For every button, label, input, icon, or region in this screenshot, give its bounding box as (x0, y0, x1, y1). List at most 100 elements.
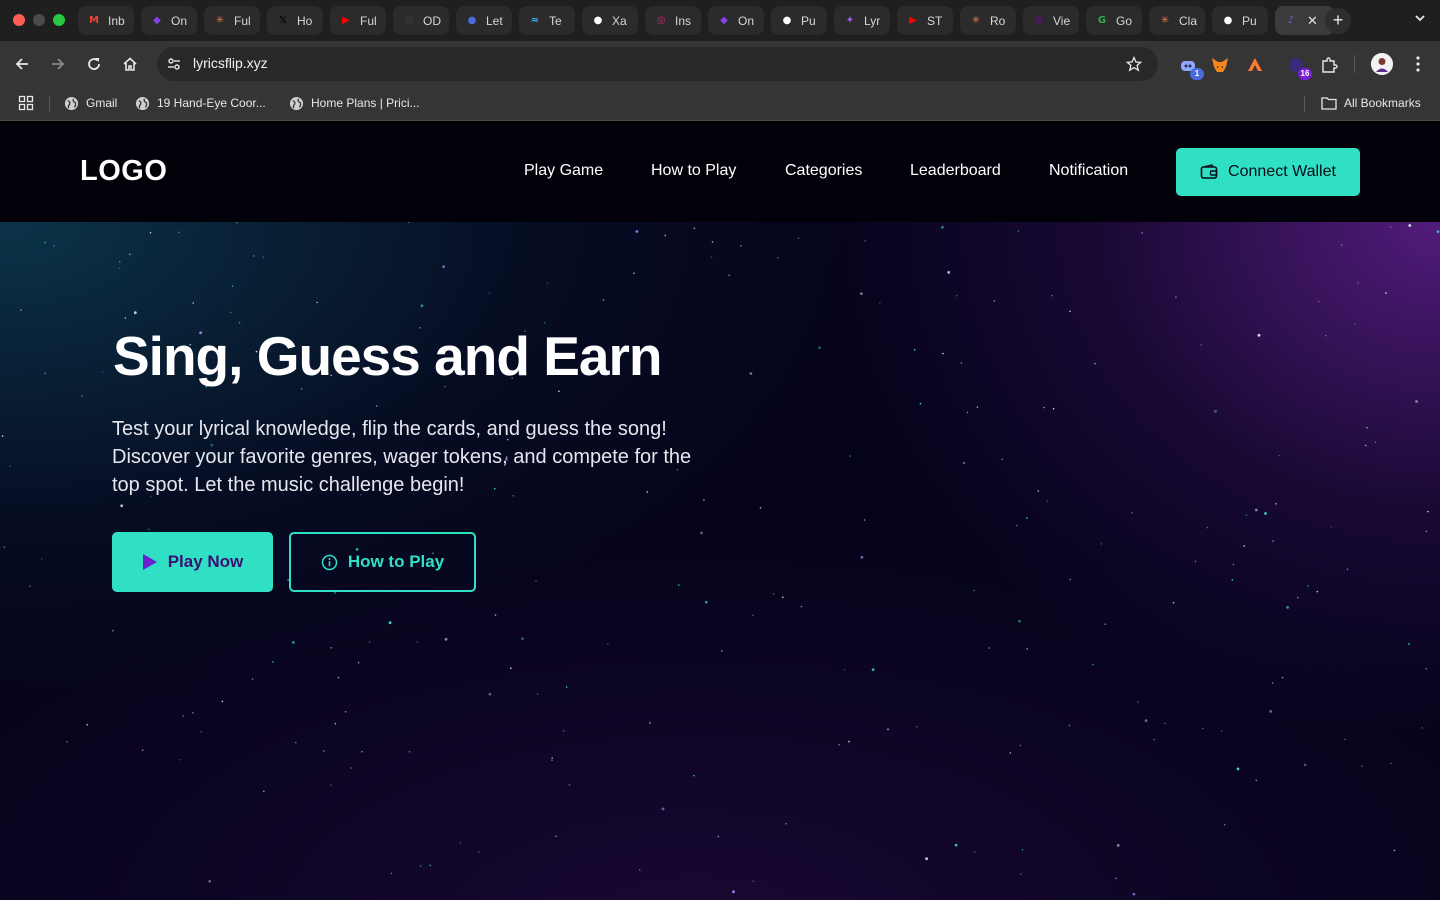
wallet-extension-button[interactable]: 16 (1284, 53, 1312, 80)
argent-extension-button[interactable] (1243, 53, 1267, 77)
tab-title: Inb (108, 13, 125, 28)
copilot-extension-button[interactable]: 1 (1176, 53, 1204, 80)
star-dot (752, 880, 755, 883)
nav-play-game[interactable]: Play Game (524, 162, 603, 180)
star-dot (1132, 892, 1136, 896)
browser-tab[interactable]: ◎ Ins (645, 6, 701, 35)
browser-tab[interactable]: ▶ Ful (330, 6, 386, 35)
connect-wallet-label: Connect Wallet (1228, 163, 1336, 180)
star-dot (966, 411, 969, 414)
dot-icon: ● (1034, 15, 1044, 26)
browser-tab[interactable]: ✳ Ful (204, 6, 260, 35)
nav-categories[interactable]: Categories (785, 162, 862, 180)
minimize-window-button[interactable] (33, 14, 45, 26)
star-dot (357, 661, 360, 664)
star-dot (300, 388, 303, 390)
browser-tab[interactable]: ◎ OD (393, 6, 449, 35)
bookmark-label: Home Plans | Prici... (311, 96, 420, 110)
bookmark-star-button[interactable] (1123, 53, 1145, 75)
star-dot (118, 267, 121, 270)
browser-tab[interactable]: ✦ Lyr (834, 6, 890, 35)
browser-tab[interactable]: M Inb (78, 6, 134, 35)
tab-title: Ins (675, 13, 692, 28)
apps-button[interactable] (18, 95, 34, 111)
browser-tab[interactable]: ● Vie (1023, 6, 1079, 35)
bookmark-gmail[interactable]: Gmail (64, 93, 117, 113)
star-dot (375, 405, 378, 407)
star-dot (973, 589, 975, 592)
site-logo[interactable]: LOGO (80, 155, 167, 188)
browser-tab[interactable]: ◆ On (708, 6, 764, 35)
browser-tab[interactable]: 𝕏 Ho (267, 6, 323, 35)
all-bookmarks-button[interactable]: All Bookmarks (1321, 93, 1421, 113)
tab-title: On (738, 13, 755, 28)
maximize-window-button[interactable] (53, 14, 65, 26)
star-dot (1026, 517, 1028, 519)
back-button[interactable] (10, 52, 34, 76)
browser-tab[interactable]: ● Let (456, 6, 512, 35)
globe-icon (135, 96, 150, 110)
star-dot (208, 879, 212, 883)
metamask-extension-button[interactable] (1208, 53, 1232, 77)
profile-avatar[interactable] (1371, 53, 1393, 75)
new-tab-button[interactable]: + (1325, 8, 1351, 34)
extensions-button[interactable] (1317, 53, 1341, 77)
url-text[interactable]: lyricsflip.xyz (193, 55, 268, 71)
tab-title: On (171, 13, 188, 28)
star-dot (1436, 230, 1440, 233)
bookmark-home-plans[interactable]: Home Plans | Prici... (289, 93, 419, 113)
star-dot (1220, 730, 1223, 732)
browser-tab[interactable]: ● Pu (1212, 6, 1268, 35)
star-dot (1100, 543, 1103, 545)
close-tab-icon[interactable]: ✕ (1307, 13, 1318, 29)
address-bar[interactable] (157, 47, 1158, 81)
star-dot (797, 237, 800, 240)
star-dot (843, 669, 846, 671)
star-dot (1164, 722, 1166, 725)
star-dot (1297, 596, 1299, 599)
app-icon: ♪ (1287, 15, 1295, 26)
star-dot (1200, 344, 1202, 346)
star-dot (510, 667, 512, 669)
github-icon: ● (1223, 15, 1233, 26)
bookmark-hand-eye[interactable]: 19 Hand-Eye Coor... (135, 93, 266, 113)
star-dot (149, 232, 152, 234)
tab-title: Ful (234, 13, 251, 28)
star-dot (1324, 334, 1327, 337)
browser-tab[interactable]: ✳ Ro (960, 6, 1016, 35)
star-dot (782, 596, 784, 599)
star-dot (661, 807, 665, 811)
browser-tab[interactable]: ✳ Cla (1149, 6, 1205, 35)
nav-how-to-play[interactable]: How to Play (651, 162, 736, 180)
nav-leaderboard[interactable]: Leaderboard (910, 162, 1001, 180)
tab-search-button[interactable] (1411, 10, 1429, 30)
figma-icon: ✦ (845, 15, 855, 26)
close-window-button[interactable] (13, 14, 25, 26)
star-dot (1001, 458, 1004, 461)
how-to-play-button[interactable]: How to Play (289, 532, 476, 592)
web-page: LOGO Play Game How to Play Categories Le… (0, 122, 1440, 900)
site-info-button[interactable] (163, 53, 185, 75)
star-dot (1094, 362, 1096, 365)
home-button[interactable] (118, 52, 142, 76)
star-dot (1374, 441, 1377, 444)
star-dot (1390, 762, 1392, 765)
star-dot (1019, 744, 1022, 747)
browser-tab[interactable]: ● Xa (582, 6, 638, 35)
nav-notification[interactable]: Notification (1049, 162, 1128, 180)
browser-tab[interactable]: ◆ On (141, 6, 197, 35)
browser-tab[interactable]: ▶ ST (897, 6, 953, 35)
browser-menu-button[interactable] (1408, 53, 1428, 75)
tab-title: OD (423, 13, 441, 28)
browser-tab[interactable]: G Go (1086, 6, 1142, 35)
forward-button[interactable] (46, 52, 70, 76)
connect-wallet-button[interactable]: Connect Wallet (1176, 148, 1360, 196)
reload-button[interactable] (82, 52, 106, 76)
play-now-button[interactable]: Play Now (112, 532, 273, 592)
star-dot (1303, 763, 1307, 767)
play-now-label: Play Now (167, 552, 244, 571)
x-icon: 𝕏 (278, 15, 288, 26)
browser-tab[interactable]: ● Pu (771, 6, 827, 35)
browser-tab[interactable]: ≈ Te (519, 6, 575, 35)
spark-icon: ✳ (971, 15, 981, 26)
